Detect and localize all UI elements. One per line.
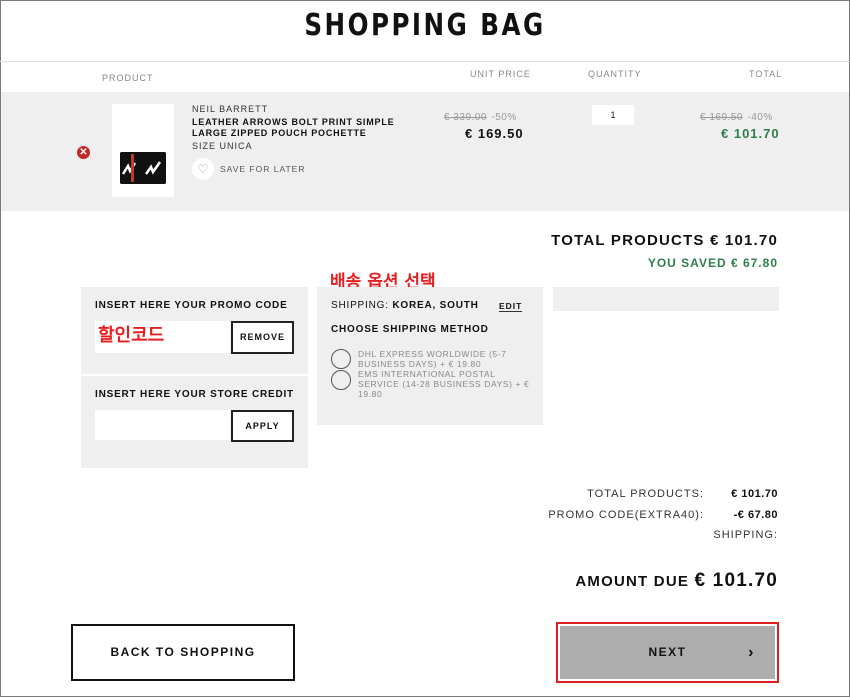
save-for-later-link[interactable]: SAVE FOR LATER (220, 164, 305, 174)
shipping-country: KOREA, SOUTH (392, 300, 479, 311)
unit-price-original-group: € 339.00 -50% (444, 107, 517, 125)
col-header-unit-price: UNIT PRICE (470, 69, 531, 79)
remove-item-icon[interactable]: ✕ (77, 146, 90, 159)
summary-bar (553, 287, 779, 311)
shipping-label: SHIPPING: (331, 300, 389, 311)
col-header-quantity: QUANTITY (588, 69, 642, 79)
item-total-price: € 101.70 (721, 126, 780, 141)
total-products-heading: TOTAL PRODUCTS € 101.70 (551, 232, 778, 249)
remove-promo-button[interactable]: REMOVE (231, 321, 294, 354)
heart-icon[interactable]: ♡ (192, 158, 214, 180)
promo-code-title: INSERT HERE YOUR PROMO CODE (95, 300, 288, 311)
edit-shipping-link[interactable]: EDIT (499, 301, 523, 312)
amount-due-label: AMOUNT DUE (575, 573, 690, 590)
summary-promo-value: -€ 67.80 (733, 509, 778, 521)
product-size: SIZE UNICA (192, 141, 253, 151)
shipping-method-title: CHOOSE SHIPPING METHOD (331, 324, 489, 335)
col-header-product: PRODUCT (102, 73, 154, 83)
shipping-option-radio-ems[interactable] (331, 370, 351, 390)
header-divider (0, 61, 850, 62)
chevron-right-icon: › (748, 644, 755, 661)
unit-discount: -50% (491, 112, 517, 123)
total-discount: -40% (747, 112, 773, 123)
product-name[interactable]: LEATHER ARROWS BOLT PRINT SIMPLE LARGE Z… (192, 117, 432, 139)
shipping-option-ems[interactable]: EMS INTERNATIONAL POSTAL SERVICE (14-28 … (358, 369, 530, 399)
next-button[interactable]: NEXT › (560, 626, 775, 679)
product-brand: NEIL BARRETT (192, 104, 269, 114)
amount-due-value: € 101.70 (694, 570, 778, 591)
apply-credit-button[interactable]: APPLY (231, 410, 294, 442)
amount-due: AMOUNT DUE € 101.70 (575, 570, 778, 592)
summary-total-value: € 101.70 (731, 488, 778, 500)
summary-total-label: TOTAL PRODUCTS: (587, 488, 704, 500)
summary-promo-label: PROMO CODE(EXTRA40): (548, 509, 704, 521)
unit-price: € 169.50 (465, 126, 524, 141)
quantity-input[interactable]: 1 (592, 105, 634, 125)
next-button-highlight: NEXT › (556, 622, 779, 683)
next-button-label: NEXT (648, 645, 687, 659)
annotation-promo-code: 할인코드 (98, 325, 165, 346)
unit-price-original: € 339.00 (444, 112, 487, 123)
col-header-total: TOTAL (749, 69, 783, 79)
shipping-destination: SHIPPING: KOREA, SOUTH (331, 300, 479, 311)
shipping-option-radio-dhl[interactable] (331, 349, 351, 369)
store-credit-title: INSERT HERE YOUR STORE CREDIT (95, 389, 294, 400)
you-saved-text: YOU SAVED € 67.80 (647, 256, 778, 270)
total-price-original-group: € 169.50 -40% (700, 107, 773, 125)
store-credit-input[interactable] (95, 410, 230, 440)
pouch-graphic (120, 152, 166, 184)
page-title: SHOPPING BAG (304, 8, 546, 43)
shipping-option-dhl[interactable]: DHL EXPRESS WORLDWIDE (5-7 BUSINESS DAYS… (358, 349, 518, 369)
back-to-shopping-button[interactable]: BACK TO SHOPPING (71, 624, 295, 681)
total-price-original: € 169.50 (700, 112, 743, 123)
summary-shipping-label: SHIPPING: (713, 529, 778, 541)
